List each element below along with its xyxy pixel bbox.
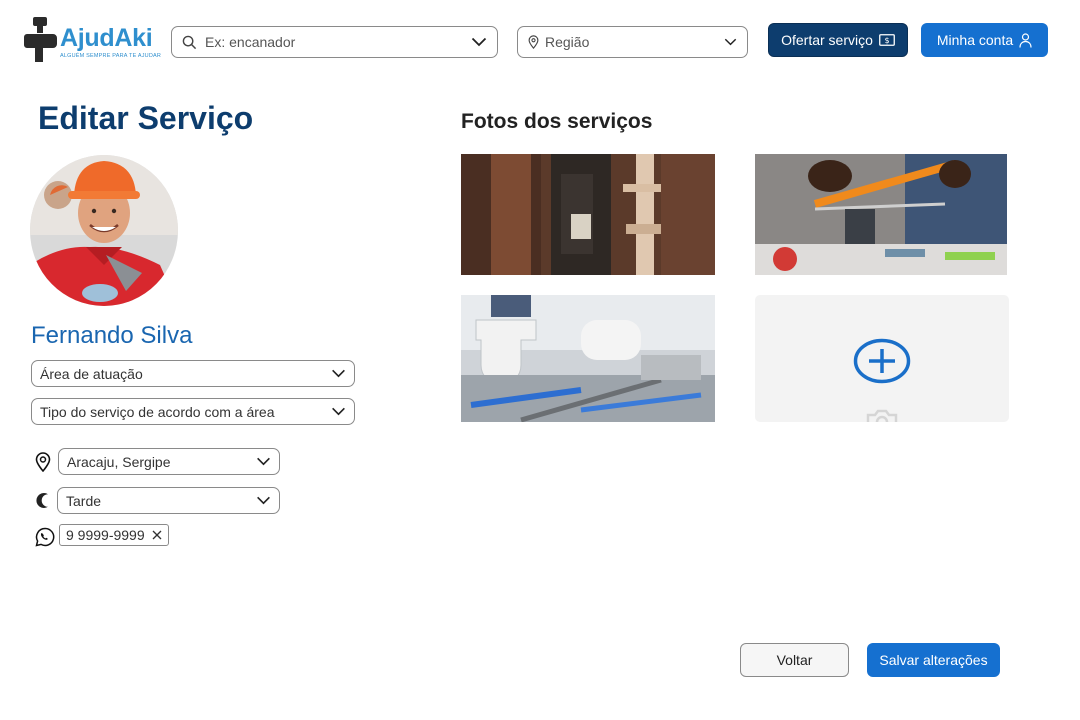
back-button[interactable]: Voltar: [740, 643, 849, 677]
service-photo[interactable]: [755, 154, 1007, 275]
period-value: Tarde: [66, 492, 102, 509]
logo-title: AjudAki: [60, 24, 153, 52]
plus-circle-icon: [853, 338, 911, 384]
logo-subtitle: ALGUÉM SEMPRE PARA TE AJUDAR: [60, 53, 162, 59]
region-placeholder: Região: [545, 34, 590, 50]
save-changes-button[interactable]: Salvar alterações: [867, 643, 1000, 677]
close-icon[interactable]: [152, 530, 162, 540]
my-account-label: Minha conta: [936, 32, 1014, 48]
service-type-select[interactable]: Tipo do serviço de acordo com a área: [31, 398, 355, 425]
chevron-down-icon: [332, 407, 345, 416]
location-select[interactable]: Aracaju, Sergipe: [58, 448, 280, 475]
plumbing-tools-image: [461, 295, 715, 422]
page-title: Editar Serviço: [38, 100, 254, 136]
area-select[interactable]: Área de atuação: [31, 360, 355, 387]
location-pin-icon: [528, 35, 539, 49]
chevron-down-icon: [332, 369, 345, 378]
add-photo-button[interactable]: [755, 295, 1009, 422]
my-account-button[interactable]: Minha conta: [921, 23, 1048, 57]
worker-avatar-image: [30, 155, 178, 306]
whatsapp-icon: [35, 527, 55, 547]
hand-tool-icon: [24, 17, 57, 62]
svg-text:$: $: [884, 36, 889, 45]
photos-section-title: Fotos dos serviços: [461, 110, 653, 133]
user-name: Fernando Silva: [31, 322, 193, 349]
area-select-value: Área de atuação: [40, 365, 143, 382]
offer-service-label: Ofertar serviço: [781, 32, 873, 48]
service-type-value: Tipo do serviço de acordo com a área: [40, 403, 275, 420]
money-icon: $: [879, 34, 895, 46]
plumbing-pipes-image: [461, 154, 715, 275]
search-input[interactable]: Ex: encanador: [171, 26, 498, 58]
location-pin-icon: [35, 452, 51, 472]
avatar[interactable]: [30, 155, 178, 306]
phone-chip[interactable]: 9 9999-9999: [59, 524, 169, 546]
moon-icon: [36, 493, 48, 508]
chevron-down-icon: [257, 457, 270, 466]
hacksaw-tools-image: [755, 154, 1007, 275]
period-select[interactable]: Tarde: [57, 487, 280, 514]
region-select[interactable]: Região: [517, 26, 748, 58]
search-placeholder: Ex: encanador: [205, 34, 296, 50]
service-photo[interactable]: [461, 295, 715, 422]
camera-icon: [866, 409, 898, 422]
phone-value: 9 9999-9999: [66, 527, 145, 543]
chevron-down-icon: [471, 37, 487, 47]
user-icon: [1019, 32, 1032, 48]
logo[interactable]: AjudAki ALGUÉM SEMPRE PARA TE AJUDAR: [24, 16, 164, 66]
offer-service-button[interactable]: Ofertar serviço $: [768, 23, 908, 57]
edit-service-page: AjudAki ALGUÉM SEMPRE PARA TE AJUDAR Ex:…: [0, 0, 1080, 720]
chevron-down-icon: [724, 38, 737, 46]
location-value: Aracaju, Sergipe: [67, 453, 171, 470]
chevron-down-icon: [257, 496, 270, 505]
service-photo[interactable]: [461, 154, 715, 275]
search-icon: [182, 35, 197, 49]
